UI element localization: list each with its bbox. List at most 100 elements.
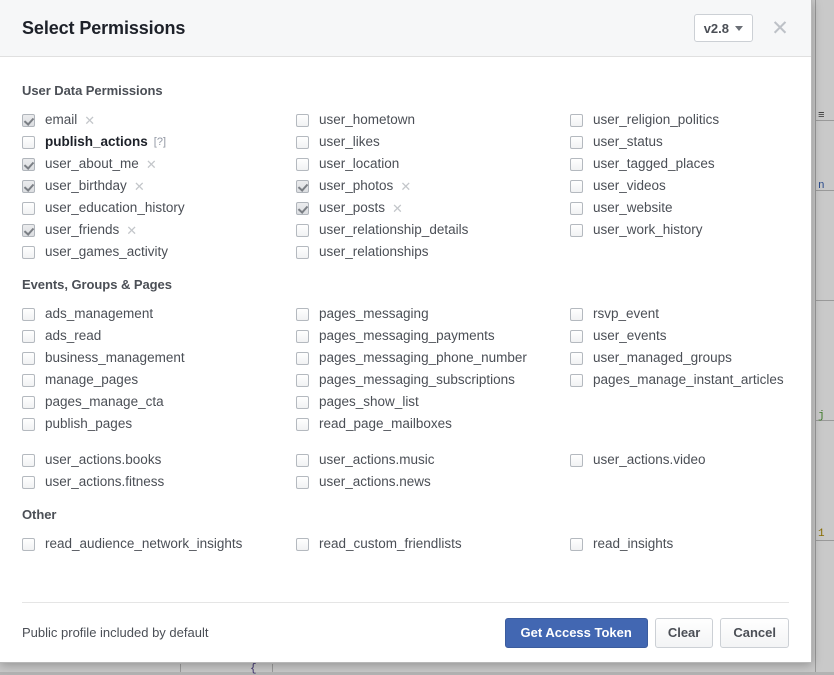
permission-checkbox-row[interactable]: user_status <box>570 131 789 153</box>
checkbox-unchecked-icon[interactable] <box>22 308 35 321</box>
remove-permission-icon[interactable]: ✕ <box>126 224 137 237</box>
checkbox-unchecked-icon[interactable] <box>22 538 35 551</box>
permission-checkbox-row[interactable]: publish_actions[?] <box>22 131 296 153</box>
checkbox-unchecked-icon[interactable] <box>22 352 35 365</box>
permission-checkbox-row[interactable]: user_work_history <box>570 219 789 241</box>
checkbox-unchecked-icon[interactable] <box>296 224 309 237</box>
checkbox-checked-icon[interactable] <box>296 202 309 215</box>
checkbox-checked-icon[interactable] <box>22 114 35 127</box>
checkbox-unchecked-icon[interactable] <box>296 330 309 343</box>
remove-permission-icon[interactable]: ✕ <box>134 180 145 193</box>
checkbox-unchecked-icon[interactable] <box>296 476 309 489</box>
permission-checkbox-row[interactable]: pages_messaging_phone_number <box>296 347 570 369</box>
permission-checkbox-row[interactable]: read_custom_friendlists <box>296 533 570 555</box>
permission-checkbox-row[interactable]: user_videos <box>570 175 789 197</box>
permission-checkbox-row[interactable]: user_hometown <box>296 109 570 131</box>
permission-checkbox-row[interactable]: user_likes <box>296 131 570 153</box>
permission-checkbox-row[interactable]: business_management <box>22 347 296 369</box>
permission-checkbox-row[interactable]: user_relationships <box>296 241 570 263</box>
permission-checkbox-row[interactable]: user_religion_politics <box>570 109 789 131</box>
checkbox-unchecked-icon[interactable] <box>570 202 583 215</box>
permission-checkbox-row[interactable]: email✕ <box>22 109 296 131</box>
checkbox-unchecked-icon[interactable] <box>22 454 35 467</box>
permission-checkbox-row[interactable]: user_actions.fitness <box>22 471 296 493</box>
permission-checkbox-row[interactable]: user_actions.news <box>296 471 570 493</box>
checkbox-unchecked-icon[interactable] <box>296 308 309 321</box>
checkbox-unchecked-icon[interactable] <box>296 114 309 127</box>
checkbox-unchecked-icon[interactable] <box>296 454 309 467</box>
checkbox-unchecked-icon[interactable] <box>570 374 583 387</box>
checkbox-unchecked-icon[interactable] <box>570 224 583 237</box>
permission-checkbox-row[interactable]: read_audience_network_insights <box>22 533 296 555</box>
permission-checkbox-row[interactable]: pages_messaging <box>296 303 570 325</box>
remove-permission-icon[interactable]: ✕ <box>400 180 411 193</box>
api-version-select[interactable]: v2.8 <box>694 14 753 42</box>
help-icon[interactable]: [?] <box>154 137 166 148</box>
checkbox-unchecked-icon[interactable] <box>296 352 309 365</box>
checkbox-unchecked-icon[interactable] <box>22 246 35 259</box>
remove-permission-icon[interactable]: ✕ <box>146 158 157 171</box>
checkbox-unchecked-icon[interactable] <box>22 202 35 215</box>
permission-checkbox-row[interactable]: user_relationship_details <box>296 219 570 241</box>
permission-checkbox-row[interactable]: user_managed_groups <box>570 347 789 369</box>
checkbox-unchecked-icon[interactable] <box>570 136 583 149</box>
permission-checkbox-row[interactable]: rsvp_event <box>570 303 789 325</box>
permission-checkbox-row[interactable]: user_posts✕ <box>296 197 570 219</box>
checkbox-unchecked-icon[interactable] <box>22 418 35 431</box>
close-button[interactable]: ✕ <box>763 11 797 45</box>
checkbox-checked-icon[interactable] <box>22 180 35 193</box>
checkbox-unchecked-icon[interactable] <box>570 308 583 321</box>
permission-checkbox-row[interactable]: pages_messaging_subscriptions <box>296 369 570 391</box>
permission-checkbox-row[interactable]: read_page_mailboxes <box>296 413 570 435</box>
checkbox-unchecked-icon[interactable] <box>22 136 35 149</box>
permission-checkbox-row[interactable]: read_insights <box>570 533 789 555</box>
permission-checkbox-row[interactable]: manage_pages <box>22 369 296 391</box>
permission-checkbox-row[interactable]: ads_management <box>22 303 296 325</box>
checkbox-unchecked-icon[interactable] <box>296 158 309 171</box>
permission-checkbox-row[interactable]: user_friends✕ <box>22 219 296 241</box>
permission-checkbox-row[interactable]: pages_manage_instant_articles <box>570 369 789 391</box>
checkbox-checked-icon[interactable] <box>22 224 35 237</box>
permission-checkbox-row[interactable]: user_birthday✕ <box>22 175 296 197</box>
checkbox-checked-icon[interactable] <box>296 180 309 193</box>
permission-checkbox-row[interactable]: user_website <box>570 197 789 219</box>
permission-checkbox-row[interactable]: user_games_activity <box>22 241 296 263</box>
checkbox-unchecked-icon[interactable] <box>570 538 583 551</box>
permission-checkbox-row[interactable]: user_actions.books <box>22 449 296 471</box>
remove-permission-icon[interactable]: ✕ <box>84 114 95 127</box>
checkbox-unchecked-icon[interactable] <box>296 538 309 551</box>
checkbox-unchecked-icon[interactable] <box>570 330 583 343</box>
checkbox-unchecked-icon[interactable] <box>22 396 35 409</box>
checkbox-unchecked-icon[interactable] <box>296 396 309 409</box>
checkbox-unchecked-icon[interactable] <box>570 180 583 193</box>
permission-checkbox-row[interactable]: user_about_me✕ <box>22 153 296 175</box>
checkbox-unchecked-icon[interactable] <box>570 114 583 127</box>
checkbox-unchecked-icon[interactable] <box>570 454 583 467</box>
permission-checkbox-row[interactable]: user_location <box>296 153 570 175</box>
checkbox-unchecked-icon[interactable] <box>22 330 35 343</box>
remove-permission-icon[interactable]: ✕ <box>392 202 403 215</box>
permission-checkbox-row[interactable]: user_tagged_places <box>570 153 789 175</box>
get-access-token-button[interactable]: Get Access Token <box>505 618 648 648</box>
permission-checkbox-row[interactable]: user_actions.music <box>296 449 570 471</box>
permission-checkbox-row[interactable]: user_photos✕ <box>296 175 570 197</box>
checkbox-unchecked-icon[interactable] <box>22 374 35 387</box>
checkbox-unchecked-icon[interactable] <box>296 418 309 431</box>
permission-checkbox-row[interactable]: user_education_history <box>22 197 296 219</box>
permission-checkbox-row[interactable]: user_events <box>570 325 789 347</box>
checkbox-unchecked-icon[interactable] <box>296 136 309 149</box>
permission-checkbox-row[interactable]: user_actions.video <box>570 449 789 471</box>
cancel-button[interactable]: Cancel <box>720 618 789 648</box>
checkbox-unchecked-icon[interactable] <box>296 374 309 387</box>
permission-checkbox-row[interactable]: ads_read <box>22 325 296 347</box>
checkbox-unchecked-icon[interactable] <box>296 246 309 259</box>
checkbox-unchecked-icon[interactable] <box>570 352 583 365</box>
permission-checkbox-row[interactable]: pages_manage_cta <box>22 391 296 413</box>
checkbox-checked-icon[interactable] <box>22 158 35 171</box>
checkbox-unchecked-icon[interactable] <box>570 158 583 171</box>
permission-checkbox-row[interactable]: pages_show_list <box>296 391 570 413</box>
checkbox-unchecked-icon[interactable] <box>22 476 35 489</box>
permission-checkbox-row[interactable]: pages_messaging_payments <box>296 325 570 347</box>
clear-button[interactable]: Clear <box>655 618 714 648</box>
permission-checkbox-row[interactable]: publish_pages <box>22 413 296 435</box>
